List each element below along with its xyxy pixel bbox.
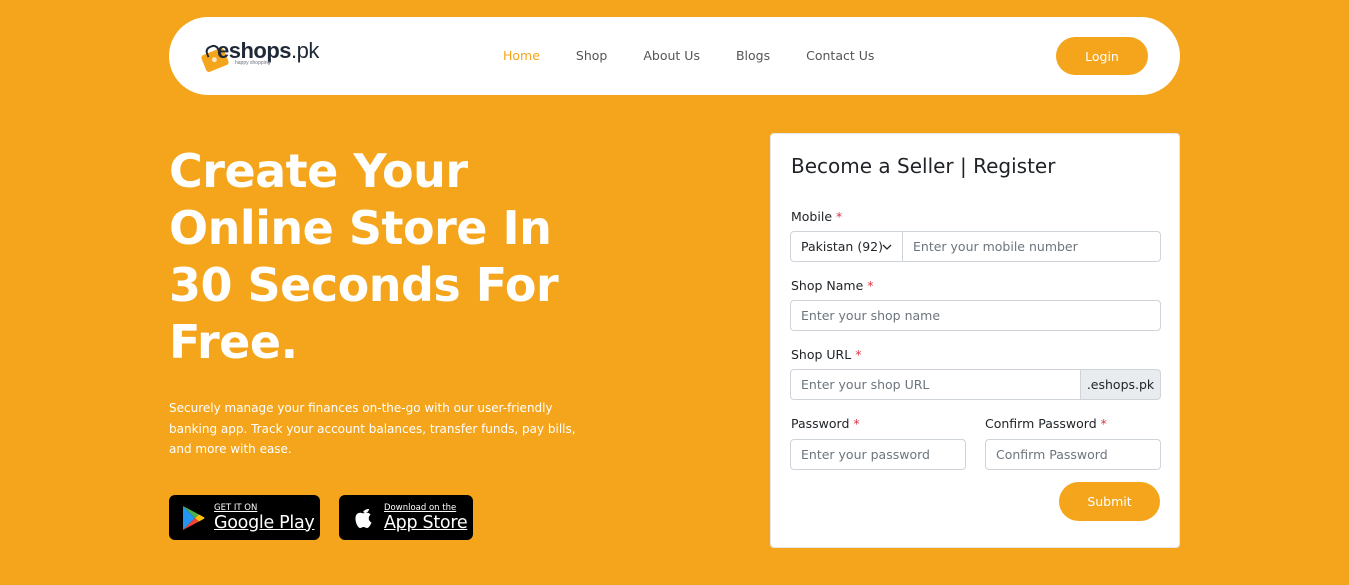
confirm-password-label: Confirm Password * xyxy=(985,416,1107,431)
nav-link-contact-us[interactable]: Contact Us xyxy=(806,48,874,63)
seller-register-card: Become a Seller | Register Mobile * Paki… xyxy=(770,133,1180,548)
app-store-button[interactable]: Download on the App Store xyxy=(339,495,473,540)
nav-link-home[interactable]: Home xyxy=(503,48,540,63)
google-play-big-text: Google Play xyxy=(214,512,315,533)
password-input[interactable] xyxy=(790,439,966,470)
nav-link-blogs[interactable]: Blogs xyxy=(736,48,770,63)
hero-description: Securely manage your finances on-the-go … xyxy=(169,401,576,456)
apple-icon xyxy=(355,508,372,528)
chevron-down-icon xyxy=(882,244,892,250)
nav-link-about-us[interactable]: About Us xyxy=(643,48,700,63)
required-mark: * xyxy=(1100,416,1107,431)
hero-title-line: Online Store In xyxy=(169,201,552,255)
logo-tagline: happy shopping xyxy=(235,60,271,66)
mobile-number-input[interactable] xyxy=(902,231,1161,262)
submit-button[interactable]: Submit xyxy=(1059,482,1160,521)
shop-url-input[interactable] xyxy=(790,369,1081,400)
mobile-label: Mobile * xyxy=(791,209,843,224)
hero-title-line: Create Your xyxy=(169,144,468,198)
hero-title: Create Your Online Store In 30 Seconds F… xyxy=(169,143,649,371)
login-button[interactable]: Login xyxy=(1056,37,1148,75)
required-mark: * xyxy=(836,209,843,224)
required-mark: * xyxy=(867,278,874,293)
shop-name-input[interactable] xyxy=(790,300,1161,331)
top-navbar: eshops.pk happy shopping Home Shop About… xyxy=(169,17,1180,95)
shop-url-suffix: .eshops.pk xyxy=(1080,369,1161,400)
hero-title-line: 30 Seconds For xyxy=(169,258,559,312)
google-play-button[interactable]: GET IT ON Google Play xyxy=(169,495,320,540)
google-play-small-text: GET IT ON xyxy=(214,502,258,513)
shop-url-label: Shop URL * xyxy=(791,347,862,362)
nav-link-shop[interactable]: Shop xyxy=(576,48,607,63)
app-store-small-text: Download on the xyxy=(384,502,457,513)
shop-name-label: Shop Name * xyxy=(791,278,874,293)
eshops-logo[interactable]: eshops.pk happy shopping xyxy=(199,37,339,77)
country-code-value: Pakistan (92) xyxy=(801,239,883,254)
required-mark: * xyxy=(853,416,860,431)
required-mark: * xyxy=(855,347,862,362)
confirm-password-input[interactable] xyxy=(985,439,1161,470)
app-store-big-text: App Store xyxy=(384,512,468,533)
password-label: Password * xyxy=(791,416,860,431)
form-title: Become a Seller | Register xyxy=(791,154,1056,178)
country-code-select[interactable]: Pakistan (92) xyxy=(790,231,903,262)
google-play-icon xyxy=(183,505,205,530)
hero-title-line: Free. xyxy=(169,315,298,369)
main-nav: Home Shop About Us Blogs Contact Us xyxy=(503,48,910,63)
